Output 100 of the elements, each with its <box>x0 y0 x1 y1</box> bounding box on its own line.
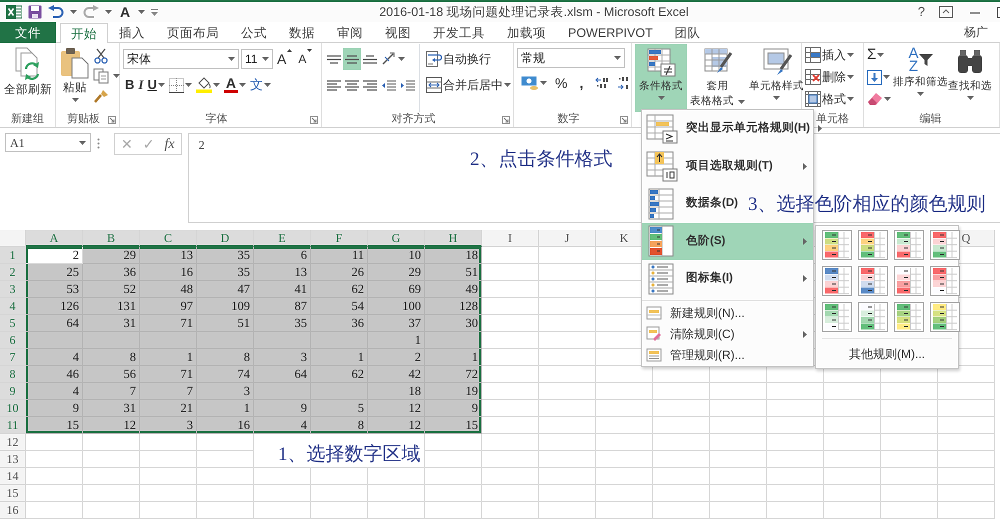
row-header[interactable]: 3 <box>0 281 26 298</box>
sheet-cell[interactable] <box>653 468 710 485</box>
sheet-cell[interactable]: 26 <box>311 264 368 281</box>
sheet-cell[interactable]: 72 <box>425 366 482 383</box>
sheet-cell[interactable] <box>482 451 539 468</box>
sheet-cell[interactable]: 35 <box>197 264 254 281</box>
color-scale-icon[interactable] <box>822 230 852 260</box>
grow-font-button[interactable]: A <box>275 48 294 70</box>
font-size-field[interactable]: 11 <box>241 49 273 69</box>
sheet-cell[interactable] <box>83 434 140 451</box>
sheet-cell[interactable] <box>938 468 995 485</box>
sheet-cell[interactable] <box>938 417 995 434</box>
phonetic-button[interactable]: 文 <box>248 74 273 96</box>
sheet-cell[interactable] <box>710 451 767 468</box>
copy-icon[interactable] <box>93 68 109 84</box>
color-scale-icon[interactable] <box>894 266 924 296</box>
sheet-cell[interactable] <box>140 502 197 519</box>
sheet-cell[interactable]: 71 <box>140 315 197 332</box>
color-scale-icon[interactable] <box>930 266 960 296</box>
save-icon[interactable] <box>28 5 42 19</box>
row-header[interactable]: 15 <box>0 485 26 502</box>
ribbon-tab[interactable]: 开始 <box>60 23 108 43</box>
color-scale-icon[interactable] <box>930 302 960 332</box>
sheet-cell[interactable] <box>539 502 596 519</box>
sheet-cell[interactable] <box>26 434 83 451</box>
column-header[interactable]: C <box>140 230 197 247</box>
sheet-cell[interactable] <box>881 417 938 434</box>
sheet-cell[interactable]: 35 <box>197 247 254 264</box>
sheet-cell[interactable] <box>425 468 482 485</box>
sheet-cell[interactable] <box>482 485 539 502</box>
sheet-cell[interactable] <box>539 383 596 400</box>
sheet-cell[interactable] <box>83 502 140 519</box>
menu-item[interactable]: 新建规则(N)... <box>670 306 745 320</box>
sheet-cell[interactable]: 31 <box>83 400 140 417</box>
sheet-cell[interactable] <box>767 434 824 451</box>
color-scale-icon[interactable] <box>894 302 924 332</box>
more-rules-item[interactable]: 其他规则(M)... <box>822 338 952 368</box>
sheet-cell[interactable]: 3 <box>197 383 254 400</box>
find-select-button[interactable]: 查找和选 <box>948 44 992 112</box>
sheet-cell[interactable] <box>254 485 311 502</box>
sheet-cell[interactable]: 7 <box>140 383 197 400</box>
sheet-cell[interactable]: 56 <box>83 366 140 383</box>
sheet-cell[interactable] <box>83 468 140 485</box>
sheet-cell[interactable]: 5 <box>311 400 368 417</box>
help-button[interactable]: ? <box>910 2 933 22</box>
sheet-cell[interactable] <box>254 468 311 485</box>
column-header[interactable]: A <box>26 230 83 247</box>
sheet-cell[interactable] <box>824 417 881 434</box>
sheet-cell[interactable] <box>197 502 254 519</box>
sheet-cell[interactable]: 4 <box>26 383 83 400</box>
sheet-cell[interactable] <box>881 434 938 451</box>
row-header[interactable]: 1 <box>0 247 26 264</box>
column-header[interactable]: H <box>425 230 482 247</box>
sheet-cell[interactable]: 29 <box>83 247 140 264</box>
percent-button[interactable]: % <box>551 72 572 94</box>
sheet-cell[interactable] <box>710 485 767 502</box>
sheet-cell[interactable]: 4 <box>254 417 311 434</box>
ribbon-tab[interactable]: POWERPIVOT <box>557 22 664 43</box>
sheet-cell[interactable]: 69 <box>368 281 425 298</box>
sheet-cell[interactable]: 2 <box>368 349 425 366</box>
sheet-cell[interactable] <box>482 417 539 434</box>
sheet-cell[interactable] <box>539 247 596 264</box>
sheet-cell[interactable] <box>653 451 710 468</box>
underline-button[interactable]: U <box>145 74 167 96</box>
sheet-cell[interactable] <box>824 468 881 485</box>
sheet-cell[interactable] <box>881 502 938 519</box>
sheet-cell[interactable]: 87 <box>254 298 311 315</box>
sheet-cell[interactable] <box>881 451 938 468</box>
menu-item[interactable]: 清除规则(C) <box>670 327 735 341</box>
merge-center-button[interactable]: 合并后居中 <box>424 74 513 96</box>
sheet-cell[interactable]: 46 <box>26 366 83 383</box>
sheet-cell[interactable] <box>26 451 83 468</box>
menu-item[interactable]: 管理规则(R)... <box>670 348 745 362</box>
dialog-launcher-icon[interactable] <box>310 116 318 124</box>
ribbon-tab[interactable]: 开发工具 <box>422 22 496 43</box>
sheet-cell[interactable]: 15 <box>425 417 482 434</box>
sheet-cell[interactable]: 100 <box>368 298 425 315</box>
paste-button[interactable]: 粘贴 <box>59 44 91 112</box>
number-format-field[interactable]: 常规 <box>517 48 625 68</box>
sheet-cell[interactable] <box>938 400 995 417</box>
sheet-cell[interactable] <box>368 485 425 502</box>
color-scale-icon[interactable] <box>930 230 960 260</box>
sheet-cell[interactable] <box>482 315 539 332</box>
sheet-cell[interactable] <box>539 417 596 434</box>
sheet-cell[interactable] <box>881 485 938 502</box>
ribbon-tab[interactable]: 插入 <box>108 22 156 43</box>
sheet-cell[interactable] <box>140 468 197 485</box>
sheet-cell[interactable] <box>197 451 254 468</box>
sheet-cell[interactable] <box>596 502 653 519</box>
conditional-formatting-button[interactable]: 条件格式 <box>635 44 687 112</box>
font-color-button[interactable]: A <box>118 6 132 18</box>
bold-button[interactable]: B <box>123 74 136 96</box>
sheet-cell[interactable]: 36 <box>311 315 368 332</box>
sheet-cell[interactable]: 3 <box>254 349 311 366</box>
column-header[interactable]: J <box>539 230 596 247</box>
sheet-cell[interactable] <box>482 281 539 298</box>
sheet-cell[interactable]: 64 <box>26 315 83 332</box>
color-scale-icon[interactable] <box>822 302 852 332</box>
row-header[interactable]: 9 <box>0 383 26 400</box>
sheet-cell[interactable]: 21 <box>140 400 197 417</box>
